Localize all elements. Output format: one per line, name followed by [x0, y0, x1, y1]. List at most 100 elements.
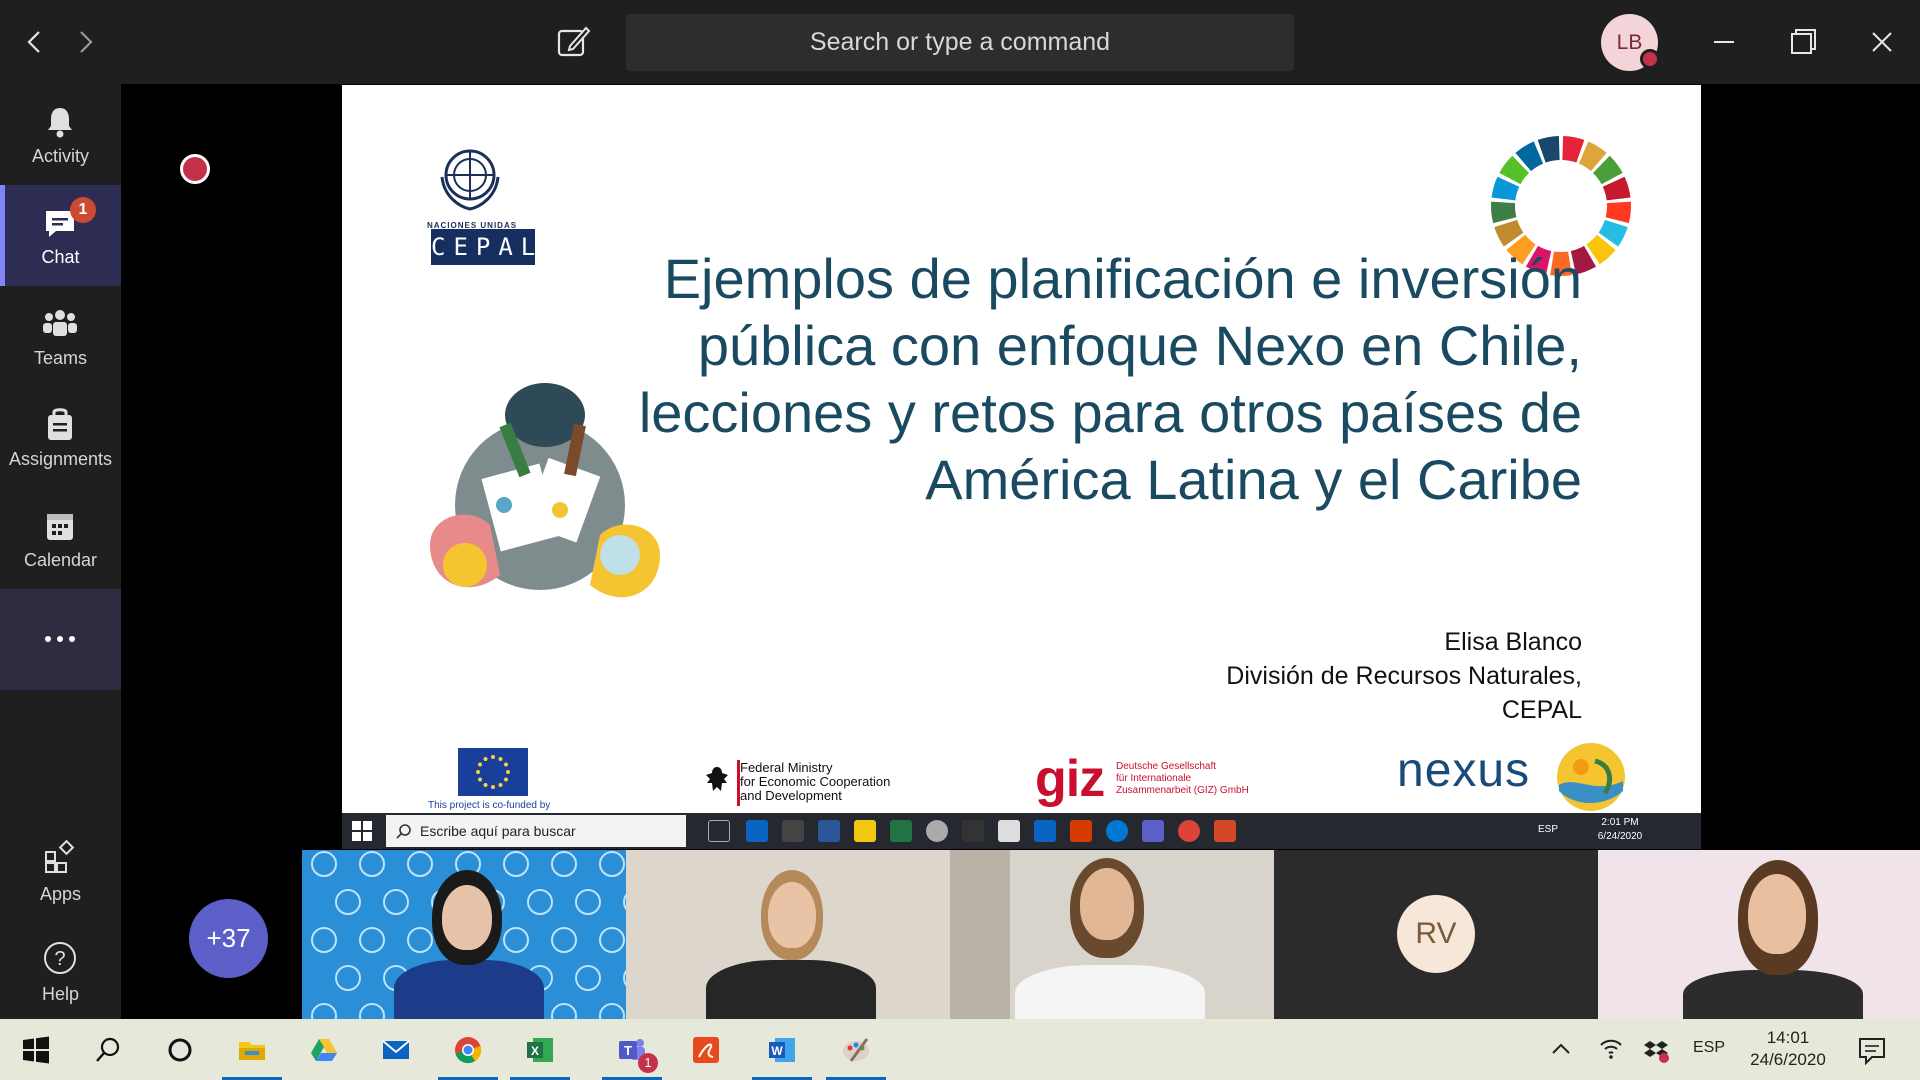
eu-flag-logo	[458, 748, 528, 796]
back-button[interactable]	[15, 24, 55, 60]
show-hidden-icons-button[interactable]	[1546, 1019, 1576, 1080]
bmz-line: for Economic Cooperation	[740, 774, 891, 789]
giz-logo: giz	[1035, 750, 1105, 808]
rail-item-apps[interactable]: Apps	[0, 826, 121, 926]
dropbox-icon	[782, 820, 804, 842]
rail-item-calendar[interactable]: Calendar	[0, 488, 121, 589]
eu-star	[478, 762, 483, 767]
taskbar-mail[interactable]	[360, 1019, 432, 1080]
taskbar-acrobat[interactable]	[670, 1019, 742, 1080]
teams-window: Search or type a command LB Activity 1 C…	[0, 0, 1920, 1080]
clock-date: 24/6/2020	[1750, 1050, 1826, 1069]
participant-video-1[interactable]	[302, 850, 626, 1019]
teams-icon	[43, 310, 77, 336]
search-icon	[96, 1037, 120, 1062]
store-icon	[998, 820, 1020, 842]
taskbar-excel[interactable]: X	[504, 1019, 576, 1080]
un-pattern-emblem	[575, 889, 601, 915]
word-icon: W	[769, 1038, 795, 1062]
apps-icon	[45, 840, 75, 873]
nexus-emblem-icon	[1557, 743, 1625, 811]
taskbar-clock[interactable]: 14:01 24/6/2020	[1738, 1027, 1838, 1071]
participant-video-2[interactable]	[626, 850, 950, 1019]
file-explorer-icon	[854, 820, 876, 842]
forward-button[interactable]	[65, 24, 105, 60]
taskbar-google-drive[interactable]	[288, 1019, 360, 1080]
un-pattern-emblem	[335, 889, 361, 915]
taskbar-search-button[interactable]	[72, 1019, 144, 1080]
wifi-icon	[1600, 1039, 1622, 1059]
cortana-icon	[168, 1038, 192, 1062]
taskbar-word[interactable]: W	[746, 1019, 818, 1080]
input-language[interactable]: ESP	[1693, 1039, 1725, 1059]
chrome-icon	[455, 1037, 482, 1064]
rail-item-teams[interactable]: Teams	[0, 286, 121, 387]
profile-avatar[interactable]: LB	[1601, 14, 1660, 71]
clock-time: 14:01	[1766, 1028, 1810, 1047]
action-center-button[interactable]	[1854, 1019, 1890, 1080]
un-pattern-emblem	[359, 927, 385, 953]
new-chat-button[interactable]	[554, 22, 594, 62]
minimize-icon	[1714, 41, 1734, 43]
rail-label: Apps	[39, 884, 82, 904]
slide-author: Elisa Blanco División de Recursos Natura…	[942, 625, 1582, 727]
help-icon: ?	[44, 942, 76, 974]
restore-button[interactable]	[1781, 22, 1825, 62]
excel-icon: X	[527, 1038, 553, 1062]
dropbox-tray-button[interactable]	[1642, 1019, 1672, 1080]
calendar-icon	[47, 514, 73, 540]
un-emblem-icon	[440, 149, 500, 211]
rail-label: Teams	[33, 348, 87, 368]
un-pattern-emblem	[551, 1003, 577, 1019]
un-pattern-emblem	[551, 851, 577, 877]
author-org: CEPAL	[1501, 696, 1582, 724]
bmz-logo-text: Federal Ministry for Economic Cooperatio…	[694, 761, 890, 803]
rail-item-help[interactable]: ? Help	[0, 926, 121, 1026]
un-pattern-emblem	[359, 1003, 385, 1019]
rail-item-more[interactable]	[0, 589, 121, 690]
search-input[interactable]: Search or type a command	[626, 14, 1294, 71]
taskbar-file-explorer[interactable]	[216, 1019, 288, 1080]
participant-body	[1015, 965, 1205, 1019]
eu-star	[476, 770, 480, 774]
close-button[interactable]	[1860, 22, 1904, 62]
rail-item-chat[interactable]: 1 Chat	[0, 185, 121, 286]
un-pattern-emblem	[503, 851, 529, 877]
participant-video-5[interactable]	[1598, 850, 1920, 1019]
participant-face	[1748, 874, 1806, 954]
more-icon	[45, 636, 75, 642]
giz-line: Deutsche Gesellschaft	[1116, 761, 1217, 772]
chevron-right-icon	[80, 31, 93, 53]
taskbar-paint[interactable]	[820, 1019, 892, 1080]
taskbar-chrome[interactable]	[432, 1019, 504, 1080]
un-pattern-emblem	[407, 927, 433, 953]
un-pattern-emblem	[311, 1003, 337, 1019]
svg-text:T: T	[624, 1043, 632, 1058]
paint-palette-icon	[843, 1038, 869, 1062]
skype-icon	[1106, 820, 1128, 842]
cortana-button[interactable]	[144, 1019, 216, 1080]
network-button[interactable]	[1596, 1019, 1626, 1080]
assignments-icon	[48, 408, 72, 440]
un-pattern-emblem	[599, 1003, 625, 1019]
author-division: División de Recursos Naturales,	[1226, 662, 1582, 690]
door-frame	[950, 850, 1010, 1019]
mail-icon	[1034, 820, 1056, 842]
un-pattern-emblem	[599, 927, 625, 953]
rail-item-assignments[interactable]: Assignments	[0, 387, 121, 488]
participant-body	[706, 960, 876, 1019]
rail-item-activity[interactable]: Activity	[0, 84, 121, 185]
taskbar-teams[interactable]: T 1	[596, 1019, 668, 1080]
close-icon	[1872, 32, 1892, 52]
restore-icon	[1791, 29, 1816, 54]
rail-label: Chat	[41, 247, 80, 267]
minimize-button[interactable]	[1702, 22, 1746, 62]
participant-video-3[interactable]	[950, 850, 1274, 1019]
slide-title: Ejemplos de planificación e inversión pú…	[638, 247, 1582, 511]
eu-star	[498, 757, 503, 762]
start-button[interactable]	[0, 1019, 72, 1080]
more-participants-button[interactable]: +37	[189, 899, 268, 978]
sdg-segment	[1605, 201, 1631, 224]
cepal-logo: CEPAL	[431, 229, 535, 265]
participant-face	[442, 885, 492, 950]
